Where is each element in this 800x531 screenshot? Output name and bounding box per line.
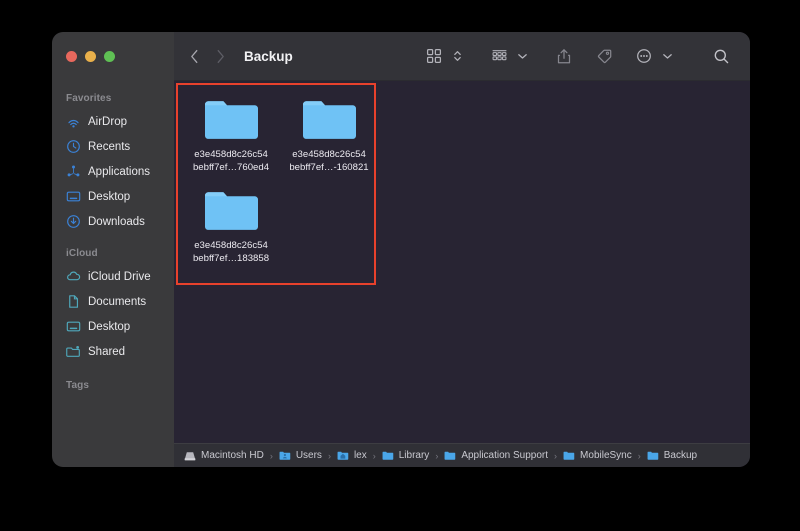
finder-window: Favorites AirDrop Recents Applications D… <box>52 32 750 467</box>
navigation-arrows <box>186 46 228 66</box>
folder-icon <box>563 450 575 461</box>
view-controls <box>419 44 466 68</box>
group-controls <box>484 44 531 68</box>
file-icon-grid: e3e458d8c26c54 bebff7ef…760ed4 e3e458d8c2… <box>182 89 388 265</box>
sidebar-item-label: Downloads <box>88 215 145 228</box>
up-down-chevron-icon[interactable] <box>449 44 466 68</box>
sidebar-item-label: Recents <box>88 140 131 153</box>
breadcrumb-label: Library <box>398 450 430 461</box>
grid-view-icon[interactable] <box>419 44 449 68</box>
sidebar-item-icloud-drive[interactable]: iCloud Drive <box>52 264 174 289</box>
file-name-label: e3e458d8c26c54 bebff7ef…760ed4 <box>192 149 270 173</box>
breadcrumb-separator: › <box>327 450 331 461</box>
breadcrumb-label: Application Support <box>461 450 549 461</box>
forward-button[interactable] <box>212 46 228 66</box>
cloud-icon <box>66 269 81 284</box>
sidebar-item-label: Shared <box>88 345 126 358</box>
sidebar-item-label: AirDrop <box>88 115 127 128</box>
window-body: Favorites AirDrop Recents Applications D… <box>52 32 750 467</box>
desktop-icon <box>66 319 81 334</box>
folder-icon <box>202 188 260 234</box>
breadcrumb-label: Users <box>295 450 322 461</box>
sidebar-item-label: iCloud Drive <box>88 270 151 283</box>
sidebar-item-icloud-desktop[interactable]: Desktop <box>52 314 174 339</box>
maximize-button[interactable] <box>104 51 115 62</box>
sidebar-item-label: Applications <box>88 165 151 178</box>
clock-icon <box>66 139 81 154</box>
hard-drive-icon <box>184 450 196 461</box>
folder-icon <box>202 97 260 143</box>
file-content-area[interactable]: e3e458d8c26c54 bebff7ef…760ed4 e3e458d8c2… <box>174 81 750 443</box>
desktop-icon <box>66 189 81 204</box>
file-item[interactable]: e3e458d8c26c54 bebff7ef…-160821 <box>280 89 378 174</box>
share-icon[interactable] <box>549 44 579 68</box>
sidebar-item-label: Desktop <box>88 320 131 333</box>
window-title: Backup <box>244 48 293 64</box>
sidebar-item-applications[interactable]: Applications <box>52 159 174 184</box>
breadcrumb-item-mobilesync[interactable]: MobileSync <box>563 450 632 461</box>
sidebar: Favorites AirDrop Recents Applications D… <box>52 32 174 467</box>
traffic-lights <box>52 32 174 81</box>
tag-icon[interactable] <box>589 44 619 68</box>
more-controls <box>629 44 676 68</box>
breadcrumb-label: lex <box>353 450 367 461</box>
breadcrumb-separator: › <box>637 450 641 461</box>
sidebar-section-icloud: iCloud <box>66 248 98 259</box>
breadcrumb-item-users[interactable]: Users <box>279 450 322 461</box>
file-item[interactable]: e3e458d8c26c54 bebff7ef…183858 <box>182 174 280 265</box>
sidebar-item-desktop[interactable]: Desktop <box>52 184 174 209</box>
minimize-button[interactable] <box>85 51 96 62</box>
sidebar-item-label: Documents <box>88 295 147 308</box>
breadcrumb-item-lex[interactable]: lex <box>337 450 367 461</box>
airdrop-icon <box>66 114 81 129</box>
users-folder-icon <box>279 450 291 461</box>
breadcrumb: Macintosh HD › Users › lex › Library › A… <box>174 443 750 467</box>
main-pane: Backup e3e458d8c26c54 bebff7ef…760ed4 e3… <box>174 32 750 467</box>
file-item[interactable]: e3e458d8c26c54 bebff7ef…760ed4 <box>182 89 280 174</box>
folder-icon <box>382 450 394 461</box>
chevron-down-icon[interactable] <box>659 44 676 68</box>
folder-icon <box>300 97 358 143</box>
sidebar-item-documents[interactable]: Documents <box>52 289 174 314</box>
ellipsis-circle-icon[interactable] <box>629 44 659 68</box>
breadcrumb-label: MobileSync <box>580 450 632 461</box>
breadcrumb-separator: › <box>372 450 376 461</box>
sidebar-section-tags: Tags <box>66 380 89 391</box>
toolbar: Backup <box>174 32 750 81</box>
search-icon[interactable] <box>706 44 736 68</box>
chevron-down-icon[interactable] <box>514 44 531 68</box>
sidebar-item-downloads[interactable]: Downloads <box>52 209 174 234</box>
applications-icon <box>66 164 81 179</box>
breadcrumb-separator: › <box>269 450 273 461</box>
breadcrumb-label: Backup <box>663 450 698 461</box>
folder-icon <box>647 450 659 461</box>
sidebar-item-label: Desktop <box>88 190 131 203</box>
home-folder-icon <box>337 450 349 461</box>
folder-icon <box>444 450 456 461</box>
downloads-icon <box>66 214 81 229</box>
breadcrumb-item-macintosh-hd[interactable]: Macintosh HD <box>184 450 264 461</box>
back-button[interactable] <box>186 46 202 66</box>
file-name-label: e3e458d8c26c54 bebff7ef…183858 <box>192 240 270 264</box>
breadcrumb-item-backup[interactable]: Backup <box>647 450 697 461</box>
sidebar-list: Favorites AirDrop Recents Applications D… <box>52 81 174 467</box>
group-by-icon[interactable] <box>484 44 514 68</box>
breadcrumb-item-library[interactable]: Library <box>382 450 430 461</box>
sidebar-item-recents[interactable]: Recents <box>52 134 174 159</box>
file-name-label: e3e458d8c26c54 bebff7ef…-160821 <box>289 149 369 173</box>
breadcrumb-label: Macintosh HD <box>201 450 264 461</box>
breadcrumb-separator: › <box>554 450 558 461</box>
sidebar-item-airdrop[interactable]: AirDrop <box>52 109 174 134</box>
close-button[interactable] <box>66 51 77 62</box>
shared-folder-icon <box>66 344 81 359</box>
breadcrumb-item-application-support[interactable]: Application Support <box>444 450 548 461</box>
document-icon <box>66 294 81 309</box>
sidebar-item-shared[interactable]: Shared <box>52 339 174 364</box>
sidebar-section-favorites: Favorites <box>66 93 112 104</box>
breadcrumb-separator: › <box>435 450 439 461</box>
